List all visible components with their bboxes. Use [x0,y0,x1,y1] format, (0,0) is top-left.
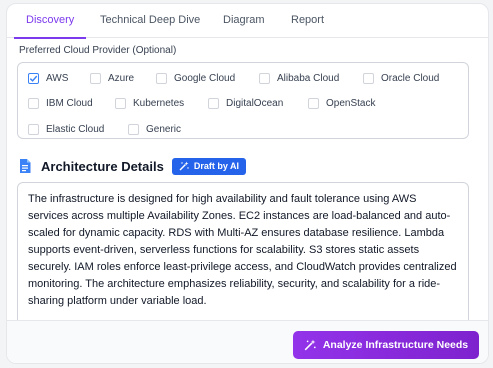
azure-checkbox[interactable] [90,72,101,84]
draft-by-ai-badge: Draft by AI [171,157,246,175]
option-openstack[interactable]: OpenStack [308,94,375,112]
tab-diagram[interactable]: Diagram [223,4,265,38]
option-label: OpenStack [326,97,376,109]
analyze-infrastructure-button[interactable]: Analyze Infrastructure Needs [293,331,479,359]
discovery-panel: Discovery Technical Deep Dive Diagram Re… [6,3,489,364]
architecture-details-textarea[interactable]: The infrastructure is designed for high … [17,182,469,332]
footer-bar: Analyze Infrastructure Needs [7,320,488,363]
option-alibaba-cloud[interactable]: Alibaba Cloud [259,69,339,87]
option-azure[interactable]: Azure [90,69,134,87]
magic-wand-icon [179,161,189,171]
tab-bar: Discovery Technical Deep Dive Diagram Re… [7,4,488,39]
option-label: Oracle Cloud [381,72,440,84]
check-icon [29,75,38,82]
option-generic[interactable]: Generic [128,120,181,138]
option-digitalocean[interactable]: DigitalOcean [208,94,283,112]
option-kubernetes[interactable]: Kubernetes [115,94,184,112]
document-icon [18,158,32,174]
analyze-button-label: Analyze Infrastructure Needs [322,339,469,351]
architecture-header: Architecture Details Draft by AI [18,155,246,177]
elastic-cloud-checkbox[interactable] [28,123,39,135]
tab-discovery[interactable]: Discovery [13,4,87,39]
tab-report[interactable]: Report [291,4,324,38]
option-ibm-cloud[interactable]: IBM Cloud [28,94,93,112]
cloud-provider-options: AWS Azure Google Cloud Alibaba Cloud Ora… [17,62,469,139]
cloud-provider-label: Preferred Cloud Provider (Optional) [19,45,177,56]
badge-label: Draft by AI [193,161,239,171]
kubernetes-checkbox[interactable] [115,97,126,109]
option-google-cloud[interactable]: Google Cloud [156,69,235,87]
digitalocean-checkbox[interactable] [208,97,219,109]
magic-wand-icon [304,339,316,351]
option-elastic-cloud[interactable]: Elastic Cloud [28,120,104,138]
option-label: IBM Cloud [46,97,93,109]
architecture-title: Architecture Details [41,158,164,174]
option-oracle-cloud[interactable]: Oracle Cloud [363,69,439,87]
option-label: AWS [46,72,69,84]
option-label: Elastic Cloud [46,123,105,135]
generic-checkbox[interactable] [128,123,139,135]
oracle-cloud-checkbox[interactable] [363,72,374,84]
aws-checkbox[interactable] [28,72,39,84]
tab-technical-deep-dive[interactable]: Technical Deep Dive [100,4,200,38]
option-label: Azure [108,72,135,84]
option-label: Kubernetes [133,97,185,109]
option-label: Alibaba Cloud [277,72,340,84]
option-label: DigitalOcean [226,97,284,109]
alibaba-cloud-checkbox[interactable] [259,72,270,84]
option-label: Generic [146,123,182,135]
google-cloud-checkbox[interactable] [156,72,167,84]
ibm-cloud-checkbox[interactable] [28,97,39,109]
openstack-checkbox[interactable] [308,97,319,109]
option-label: Google Cloud [174,72,236,84]
option-aws[interactable]: AWS [28,69,68,87]
